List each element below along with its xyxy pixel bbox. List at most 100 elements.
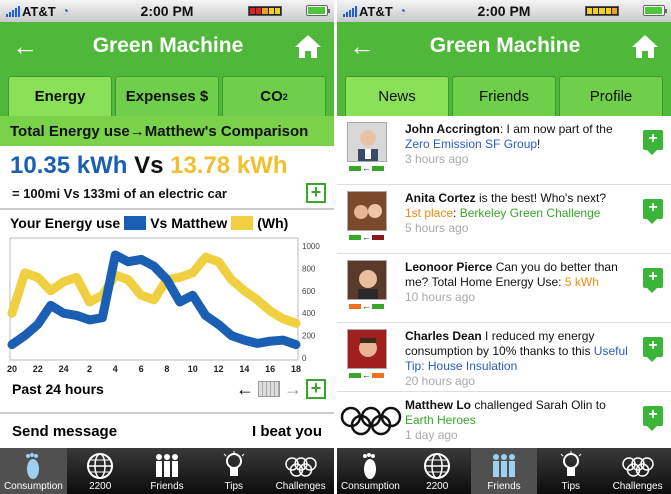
- feed-author: John Accrington: [405, 122, 500, 136]
- tab-energy[interactable]: Energy: [8, 76, 112, 116]
- equivalence-row: = 100mi Vs 133mi of an electric car +: [0, 178, 334, 208]
- tabbar-2200[interactable]: 2200: [404, 448, 471, 494]
- home-icon[interactable]: [631, 33, 659, 59]
- tabbar-friends-label: Friends: [487, 481, 521, 492]
- tabbar-2200-label: 2200: [426, 481, 449, 492]
- lightbulb-icon: [560, 451, 582, 476]
- tab-co2[interactable]: CO 2: [222, 76, 326, 116]
- x-tick-label: 10: [188, 364, 198, 374]
- feed-item[interactable]: ← Charles Dean I reduced my energy consu…: [337, 323, 671, 392]
- energy-meter-icon: [248, 6, 282, 16]
- people-icon: [492, 454, 515, 477]
- send-message-button[interactable]: Send message: [12, 423, 117, 440]
- tabbar-challenges[interactable]: Challenges: [267, 448, 334, 494]
- footprint-icon: [26, 453, 40, 479]
- y-tick-label: 0: [302, 354, 307, 363]
- legend-friend-label: Vs Matthew: [150, 215, 228, 231]
- back-arrow-icon[interactable]: ←: [349, 31, 379, 62]
- nav-bar: ← Green Machine: [0, 22, 334, 70]
- equivalence-text: = 100mi Vs 133mi of an electric car: [12, 185, 227, 201]
- consumption-screen: AT&T ◔ 2:00 PM ← Green Machine Energy Ex…: [0, 0, 334, 494]
- add-range-icon[interactable]: +: [306, 379, 326, 399]
- feed-time: 5 hours ago: [405, 221, 469, 235]
- beat-you-button[interactable]: I beat you: [252, 423, 322, 440]
- add-comment-icon[interactable]: +: [643, 199, 663, 224]
- app-title: Green Machine: [429, 34, 581, 57]
- energy-chart: 1000 800 600 400 200 0 20 22 24 2 4 6 8 10 12 14 16 18: [0, 236, 334, 378]
- add-comment-icon[interactable]: +: [643, 268, 663, 293]
- previous-arrow-icon[interactable]: ←: [236, 379, 254, 400]
- tabbar-friends[interactable]: Friends: [134, 448, 201, 494]
- legend-mine-swatch: [124, 216, 147, 230]
- energy-comparison: 10.35 kWh Vs 13.78 kWh: [0, 146, 334, 179]
- tabbar-consumption[interactable]: Consumption: [337, 448, 404, 494]
- tabbar-consumption-label: Consumption: [340, 481, 400, 492]
- tab-expenses[interactable]: Expenses $: [115, 76, 219, 116]
- x-tick-label: 4: [113, 364, 118, 374]
- feed-author: Leonoor Pierce: [405, 260, 493, 274]
- nav-bar: ← Green Machine: [337, 22, 671, 70]
- my-usage-value: 10.35 kWh: [10, 152, 128, 179]
- x-tick-label: 24: [59, 364, 69, 374]
- message-row: Send message I beat you: [0, 412, 334, 448]
- tab-news[interactable]: News: [345, 76, 449, 116]
- feed-link[interactable]: Berkeley Green Challenge: [460, 206, 601, 220]
- tabbar-tips[interactable]: Tips: [200, 448, 267, 494]
- x-tick-label: 14: [239, 364, 249, 374]
- energy-exchange-icon: ←: [349, 371, 384, 380]
- avatar: [347, 329, 387, 369]
- feed-time: 20 hours ago: [405, 374, 476, 388]
- calendar-icon[interactable]: [258, 381, 280, 397]
- tabbar-challenges-label: Challenges: [612, 481, 663, 492]
- time-range-row: Past 24 hours ← → +: [0, 378, 334, 400]
- tab-bar: Consumption 2200 Friends Tips Challenges: [0, 448, 334, 494]
- x-tick-label: 6: [139, 364, 144, 374]
- tab-friends[interactable]: Friends: [452, 76, 556, 116]
- time-range-label: Past 24 hours: [12, 381, 104, 397]
- x-tick-label: 2: [87, 364, 92, 374]
- energy-meter-icon: [585, 6, 619, 16]
- home-icon[interactable]: [294, 33, 322, 59]
- next-arrow-icon[interactable]: →: [284, 379, 302, 400]
- tabbar-friends[interactable]: Friends: [470, 448, 538, 494]
- add-comment-icon[interactable]: +: [643, 406, 663, 431]
- olympic-rings-icon: [284, 457, 317, 477]
- tabbar-tips[interactable]: Tips: [537, 448, 604, 494]
- section-header: Total Energy use→Matthew's Comparison: [0, 116, 334, 146]
- tab-co2-subscript: 2: [282, 91, 288, 102]
- feed-item[interactable]: ← Anita Cortez is the best! Who's next? …: [337, 185, 671, 254]
- legend-unit: (Wh): [257, 215, 289, 231]
- feed-text: challenged Sarah Olin to: [471, 398, 606, 412]
- battery-icon: [306, 5, 330, 16]
- olympic-rings-icon: [340, 406, 402, 436]
- feed-highlight: 5 kWh: [564, 275, 599, 289]
- tabbar-friends-label: Friends: [150, 481, 184, 492]
- clock: 2:00 PM: [477, 3, 531, 19]
- energy-exchange-icon: ←: [349, 302, 384, 311]
- tab-bar: Consumption 2200 Friends Tips Challenges: [337, 448, 671, 494]
- tabbar-consumption[interactable]: Consumption: [0, 448, 67, 494]
- footprint-icon: [363, 453, 377, 479]
- x-tick-label: 16: [265, 364, 275, 374]
- tabbar-2200[interactable]: 2200: [67, 448, 134, 494]
- feed-link[interactable]: Zero Emission SF Group: [405, 137, 537, 151]
- y-tick-label: 800: [302, 264, 316, 273]
- people-icon: [155, 454, 178, 477]
- feed-item[interactable]: ← Leonoor Pierce Can you do better than …: [337, 254, 671, 323]
- back-arrow-icon[interactable]: ←: [12, 31, 42, 62]
- add-comment-icon[interactable]: +: [643, 337, 663, 362]
- consumption-tabs: Energy Expenses $ CO 2: [0, 70, 334, 116]
- y-tick-label: 1000: [302, 242, 320, 251]
- feed-tail: :: [453, 206, 460, 220]
- add-comment-icon[interactable]: +: [643, 130, 663, 155]
- y-tick-label: 200: [302, 332, 316, 341]
- tab-co2-label: CO: [260, 88, 283, 105]
- tab-profile[interactable]: Profile: [559, 76, 663, 116]
- status-bar: AT&T ◔ 2:00 PM: [337, 0, 671, 22]
- tabbar-challenges[interactable]: Challenges: [604, 448, 671, 494]
- feed-tail: !: [537, 137, 541, 151]
- energy-exchange-icon: ←: [349, 164, 384, 173]
- add-icon[interactable]: +: [306, 183, 326, 203]
- feed-item[interactable]: ← John Accrington: I am now part of the …: [337, 116, 671, 185]
- feed-link[interactable]: Earth Heroes: [405, 413, 476, 427]
